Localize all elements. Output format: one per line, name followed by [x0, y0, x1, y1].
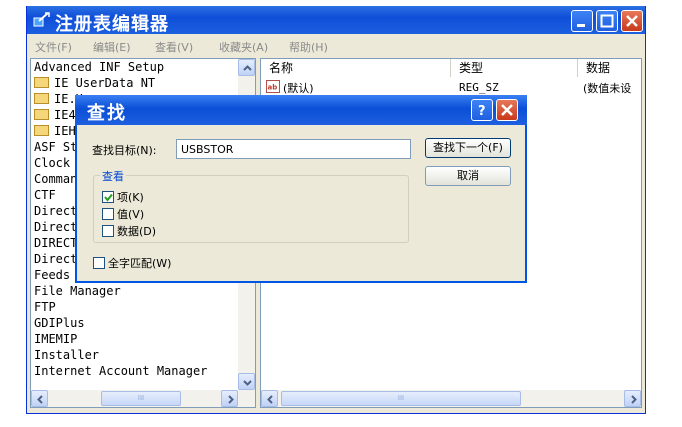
dialog-title: 查找 — [87, 103, 127, 124]
chevron-down-icon — [243, 380, 252, 386]
tree-item[interactable]: ASF St — [34, 140, 77, 156]
tree-item[interactable]: File Manager — [34, 284, 121, 300]
match-whole-string-checkbox[interactable]: 全字匹配(W) — [93, 255, 171, 271]
scroll-thumb[interactable]: III — [101, 391, 181, 406]
tree-item[interactable]: CTF — [34, 188, 56, 204]
chevron-right-icon — [631, 395, 637, 404]
minimize-icon — [577, 24, 585, 27]
chevron-right-icon — [228, 395, 234, 404]
scroll-left-button[interactable] — [261, 390, 278, 407]
value-data: (数值未设 — [583, 82, 632, 95]
tree-item[interactable]: Direct — [34, 252, 77, 268]
tree-item[interactable]: Direct — [34, 204, 77, 220]
column-header-name[interactable]: 名称 — [261, 59, 451, 77]
menu-edit[interactable]: 编辑(E) — [93, 39, 131, 55]
tree-item[interactable]: Installer — [34, 348, 99, 364]
list-item[interactable]: ab (默认) REG_SZ (数值未设 — [261, 79, 641, 95]
close-icon — [501, 104, 513, 116]
tree-item[interactable]: GDIPlus — [34, 316, 85, 332]
scroll-left-button[interactable] — [31, 390, 48, 407]
checkmark-icon — [104, 193, 113, 202]
checkbox-box — [102, 208, 114, 220]
tree-item[interactable]: Direct — [34, 220, 77, 236]
look-at-group: 查看 项(K) 值(V) 数据(D) — [93, 168, 409, 243]
close-button[interactable] — [621, 10, 643, 32]
menu-view[interactable]: 查看(V) — [155, 39, 193, 55]
keys-checkbox[interactable]: 项(K) — [102, 189, 144, 205]
chevron-up-icon — [243, 65, 252, 71]
column-header-type[interactable]: 类型 — [451, 59, 578, 77]
value-name: (默认) — [283, 82, 314, 95]
menu-bar: 文件(F) 编辑(E) 查看(V) 收藏夹(A) 帮助(H) — [27, 34, 645, 56]
data-checkbox[interactable]: 数据(D) — [102, 223, 156, 239]
folder-icon — [34, 77, 49, 88]
tree-item[interactable]: Clock — [34, 156, 70, 172]
cancel-button[interactable]: 取消 — [425, 166, 511, 186]
chevron-left-icon — [267, 395, 273, 404]
list-horizontal-scrollbar[interactable]: III — [261, 390, 641, 407]
svg-text:ab: ab — [268, 84, 278, 92]
folder-icon — [34, 109, 49, 120]
checkbox-box — [102, 191, 114, 203]
title-bar[interactable]: 注册表编辑器 — [27, 6, 645, 35]
menu-favorites[interactable]: 收藏夹(A) — [219, 39, 268, 55]
tree-item[interactable]: Advanced INF Setup — [34, 60, 164, 76]
registry-editor-icon — [33, 12, 50, 27]
find-what-label: 查找目标(N): — [92, 144, 157, 157]
string-value-icon: ab — [266, 80, 280, 93]
look-at-label: 查看 — [100, 168, 126, 184]
tree-item[interactable]: FTP — [34, 300, 56, 316]
menu-file[interactable]: 文件(F) — [35, 39, 72, 55]
maximize-button[interactable] — [596, 10, 618, 32]
scroll-right-button[interactable] — [221, 390, 238, 407]
menu-help[interactable]: 帮助(H) — [289, 39, 328, 55]
checkbox-box — [93, 257, 105, 269]
tree-item[interactable]: IMEMIP — [34, 332, 77, 348]
scroll-up-button[interactable] — [238, 59, 255, 76]
column-header-data[interactable]: 数据 — [578, 59, 643, 77]
tree-item[interactable]: IE UserData NT — [34, 76, 155, 92]
folder-icon — [34, 125, 49, 136]
checkbox-box — [102, 225, 114, 237]
scroll-down-button[interactable] — [238, 373, 255, 390]
scroll-right-button[interactable] — [624, 390, 641, 407]
find-next-button[interactable]: 查找下一个(F) — [425, 138, 511, 158]
dialog-title-bar[interactable]: 查找 ? — [75, 95, 527, 125]
dialog-close-button[interactable] — [496, 99, 518, 121]
value-type: REG_SZ — [459, 81, 499, 94]
chevron-left-icon — [37, 395, 43, 404]
tree-item[interactable]: Internet Account Manager — [34, 364, 207, 380]
find-dialog: 查找 ? 查找目标(N): 查找下一个(F) 取消 查看 项(K) 值(V) 数… — [75, 95, 527, 283]
tree-item[interactable]: Feeds — [34, 268, 70, 284]
help-button[interactable]: ? — [471, 99, 493, 121]
window-title: 注册表编辑器 — [55, 14, 169, 35]
maximize-icon — [600, 14, 614, 28]
find-what-input[interactable] — [176, 139, 411, 159]
tree-horizontal-scrollbar[interactable]: III — [31, 390, 255, 407]
help-icon: ? — [478, 104, 486, 117]
values-checkbox[interactable]: 值(V) — [102, 206, 144, 222]
minimize-button[interactable] — [571, 10, 593, 32]
tree-item[interactable]: Comman — [34, 172, 77, 188]
scroll-thumb[interactable]: III — [281, 391, 521, 406]
close-icon — [626, 15, 638, 27]
svg-text:?: ? — [478, 104, 486, 117]
folder-icon — [34, 93, 49, 104]
tree-item[interactable]: DIRECT — [34, 236, 77, 252]
